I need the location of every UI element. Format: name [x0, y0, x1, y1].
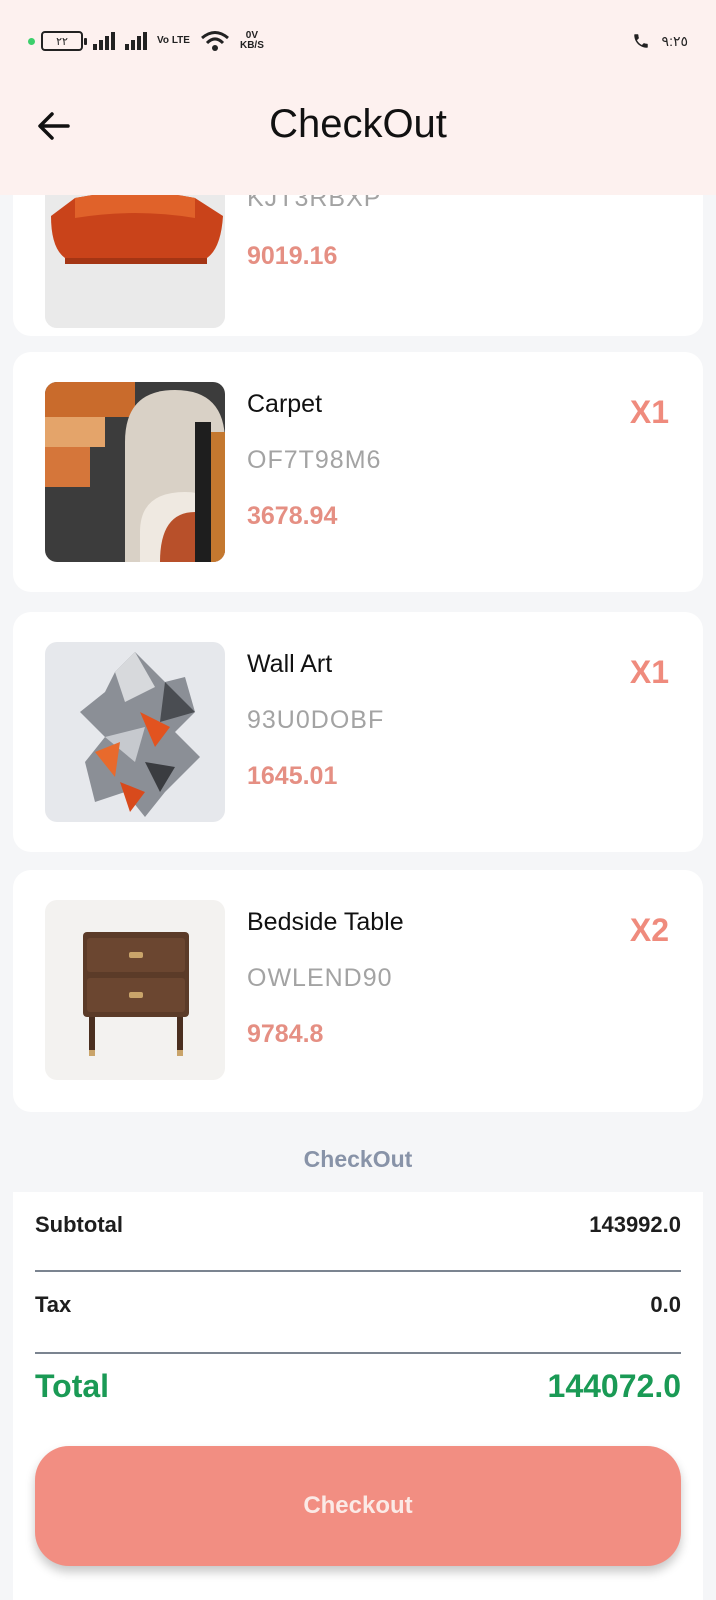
clock: ٩:٢٥: [661, 32, 688, 49]
volte-label: Vo LTE: [157, 35, 190, 46]
product-name: Carpet: [247, 390, 323, 418]
product-image-wall-art: [45, 642, 225, 822]
subtotal-row: Subtotal 143992.0: [35, 1212, 681, 1238]
status-bar: ٢٢ Vo LTE 0V KB/S ٩:٢٥: [28, 26, 688, 56]
checkout-button[interactable]: Checkout: [35, 1446, 681, 1566]
battery-level: ٢٢: [56, 35, 68, 48]
product-name: Bedside Table: [247, 908, 404, 936]
phone-icon: [633, 34, 648, 48]
divider: [35, 1270, 681, 1272]
product-quantity: X1: [629, 654, 669, 690]
total-label: Total: [35, 1368, 110, 1404]
product-price: 9784.8: [247, 1020, 324, 1048]
tax-value: 0.0: [650, 1292, 681, 1317]
checkout-section-label: CheckOut: [303, 1146, 413, 1172]
network-speed: 0V KB/S: [240, 31, 264, 51]
product-code: 93U0DOBF: [247, 706, 385, 734]
product-quantity: X2: [629, 912, 669, 948]
cart-item-card[interactable]: Bedside Table OWLEND90 9784.8 X2: [13, 870, 703, 1112]
signal-icon: [93, 32, 115, 50]
product-code: OWLEND90: [247, 964, 393, 992]
subtotal-label: Subtotal: [35, 1212, 123, 1237]
cart-item-card[interactable]: Carpet OF7T98M6 3678.94 X1: [13, 352, 703, 592]
subtotal-value: 143992.0: [589, 1212, 681, 1237]
total-row: Total 144072.0: [35, 1368, 681, 1405]
product-name: Wall Art: [247, 650, 333, 678]
product-image-bedside-table: [45, 900, 225, 1080]
product-quantity: X1: [629, 394, 669, 430]
total-value: 144072.0: [547, 1368, 681, 1404]
cart-item-card[interactable]: Wall Art 93U0DOBF 1645.01 X1: [13, 612, 703, 852]
signal-icon: [125, 32, 147, 50]
product-price: 3678.94: [247, 502, 338, 530]
battery-icon: ٢٢: [41, 31, 87, 51]
wifi-icon: [201, 31, 229, 51]
tax-label: Tax: [35, 1292, 72, 1317]
network-speed-unit: KB/S: [239, 40, 264, 51]
header: ٢٢ Vo LTE 0V KB/S ٩:٢٥ CheckOut: [0, 0, 716, 195]
product-price: 9019.16: [247, 242, 338, 270]
product-price: 1645.01: [247, 762, 338, 790]
order-summary: Subtotal 143992.0 Tax 0.0 Total 144072.0…: [13, 1192, 703, 1600]
app-bar: CheckOut: [0, 90, 716, 160]
product-image-carpet: [45, 382, 225, 562]
product-code: OF7T98M6: [247, 446, 382, 474]
tax-row: Tax 0.0: [35, 1292, 681, 1318]
divider: [35, 1352, 681, 1354]
notification-dot: [28, 37, 35, 45]
page-title: CheckOut: [269, 102, 447, 146]
